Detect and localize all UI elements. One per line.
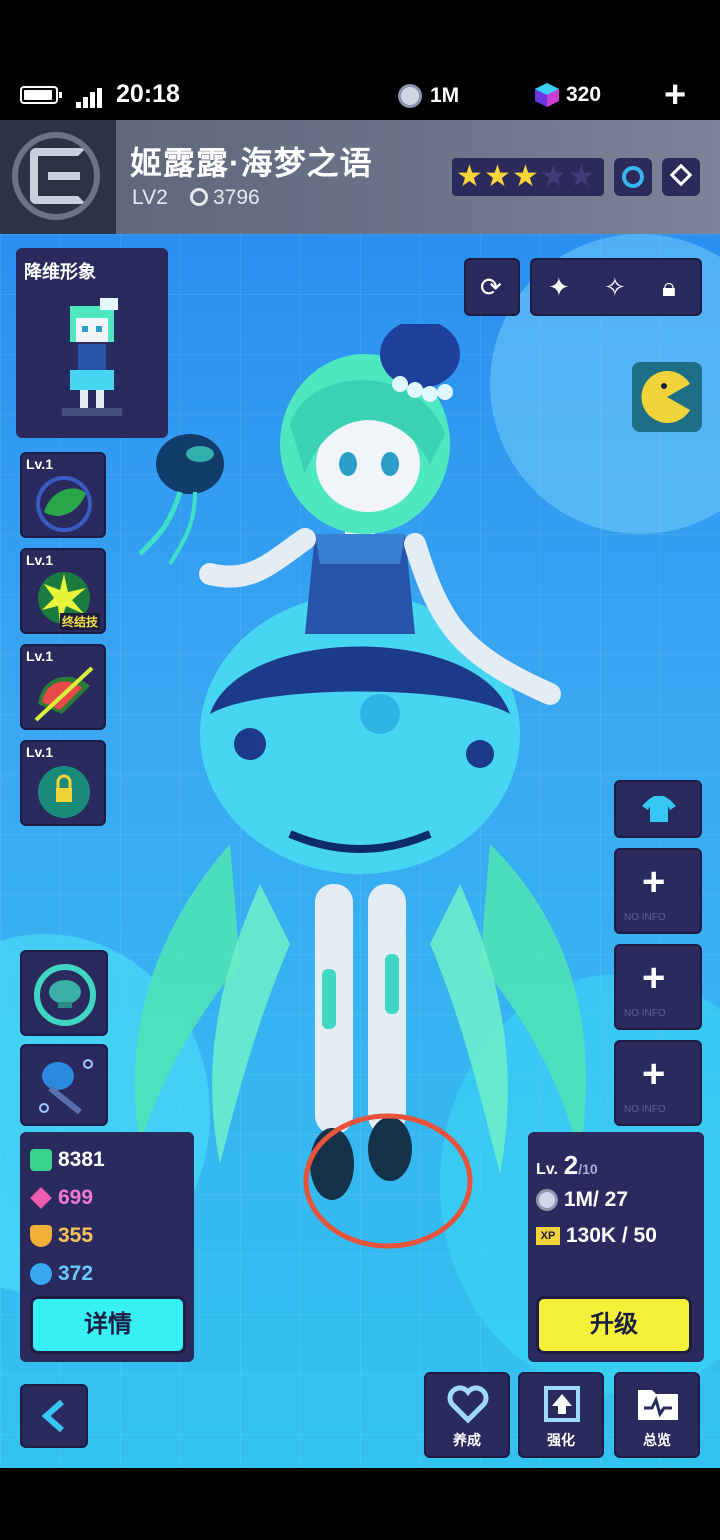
pacman-icon [641,371,690,423]
coin-count: 1M [430,84,460,107]
power-icon [190,188,208,206]
cultivate-button[interactable]: 养成 [424,1372,510,1458]
locked-skill-icon [38,766,90,818]
gem-count: 320 [566,83,602,106]
coin-cost: 1M/ 27 [536,1188,628,1212]
skill-slot-3[interactable]: Lv.1 [20,644,106,730]
level-display: Lv. 2/10 [536,1150,598,1180]
star-rating[interactable]: ★ ★ ★ ★ ★ [452,158,604,196]
battery-icon [20,86,62,104]
double-sparkle-icon[interactable]: ✧ [604,274,626,300]
skill-slot-4[interactable]: Lv.1 [20,740,106,826]
add-currency-button[interactable]: + [664,76,686,114]
sparkle-icon[interactable]: ✦ [548,274,570,300]
clock: 20:18 [116,80,180,108]
add-icon: + [642,860,666,904]
stat-attack: 699 [30,1186,93,1210]
star-icon: ★ [512,160,539,193]
faction-logo-icon [0,120,116,234]
folder-pulse-icon [638,1390,678,1420]
character-stage: 降维形象 Lv.1 Lv.1 终结技 Lv.1 Lv.1 ⟳ ✦ ✧ 🔒︎ + … [0,234,720,1468]
equip-slot-2[interactable]: + NO INFO [614,944,702,1030]
character-name: 姬露露·海梦之语 [130,145,373,181]
signal-icon [76,88,102,108]
back-button[interactable] [20,1384,88,1448]
lock-icon[interactable]: 🔒︎ [662,274,676,300]
star-empty-icon: ★ [540,160,567,193]
xp-chip-icon: XP [536,1227,560,1246]
chat-pet-button[interactable] [632,362,702,432]
pixel-avatar-panel[interactable]: 降维形象 [16,248,168,438]
character-power: 3796 [213,186,260,209]
view-toggle-group: ✦ ✧ 🔒︎ [530,258,702,316]
stats-panel: 8381 699 355 372 详情 [20,1132,194,1362]
star-icon: ★ [484,160,511,193]
details-button[interactable]: 详情 [30,1296,186,1354]
stat-defense: 355 [30,1224,93,1248]
add-icon: + [642,956,666,1000]
overview-button[interactable]: 总览 [614,1372,700,1458]
character-illustration [134,324,586,1200]
outfit-button[interactable] [614,780,702,838]
shirt-icon [642,796,676,822]
highlight-circle [303,1113,473,1249]
upgrade-button[interactable]: 升级 [536,1296,692,1354]
coin-icon [536,1189,558,1212]
sword-icon [30,1187,52,1210]
class-icon[interactable] [662,158,700,196]
equip-slot-1[interactable]: + NO INFO [614,848,702,934]
leaf-skill-icon [36,476,92,532]
star-empty-icon: ★ [568,160,595,193]
coin-icon [398,84,422,108]
chip-upgrade-icon [544,1386,580,1422]
pixel-avatar-icon [62,298,122,416]
swap-form-icon [34,964,96,1026]
level-panel: Lv. 2/10 1M/ 27 XP 130K / 50 升级 [528,1132,704,1362]
add-icon: + [642,1052,666,1096]
watermelon-skill-icon [34,666,94,722]
refresh-icon: ⟳ [480,272,502,302]
refresh-button[interactable]: ⟳ [464,258,520,316]
ultimate-badge: 终结技 [60,613,101,630]
jellyfish-pet-icon [39,1059,93,1115]
pixel-avatar-label: 降维形象 [24,262,96,282]
swap-form-button[interactable] [20,950,108,1036]
water-element-icon[interactable] [614,158,652,196]
chevron-left-icon [41,1400,64,1432]
stat-hp: 8381 [30,1148,105,1172]
shield-icon [30,1225,52,1248]
character-header: 姬露露·海梦之语 LV2 3796 ★ ★ ★ ★ ★ [0,120,720,234]
heart-icon [447,1385,489,1424]
xp-cost: XP 130K / 50 [536,1224,657,1248]
heart-pulse-icon [30,1149,52,1172]
system-nav-bar [0,1468,720,1540]
enhance-button[interactable]: 强化 [518,1372,604,1458]
pet-button[interactable] [20,1044,108,1126]
equip-slot-3[interactable]: + NO INFO [614,1040,702,1126]
gem-icon [535,83,559,107]
status-bar: 20:18 1M 320 + [0,70,720,120]
skill-slot-1[interactable]: Lv.1 [20,452,106,538]
character-level: LV2 [132,186,168,209]
stat-speed: 372 [30,1262,93,1286]
lightning-icon [30,1263,52,1286]
star-icon: ★ [456,160,483,193]
skill-slot-2[interactable]: Lv.1 终结技 [20,548,106,634]
